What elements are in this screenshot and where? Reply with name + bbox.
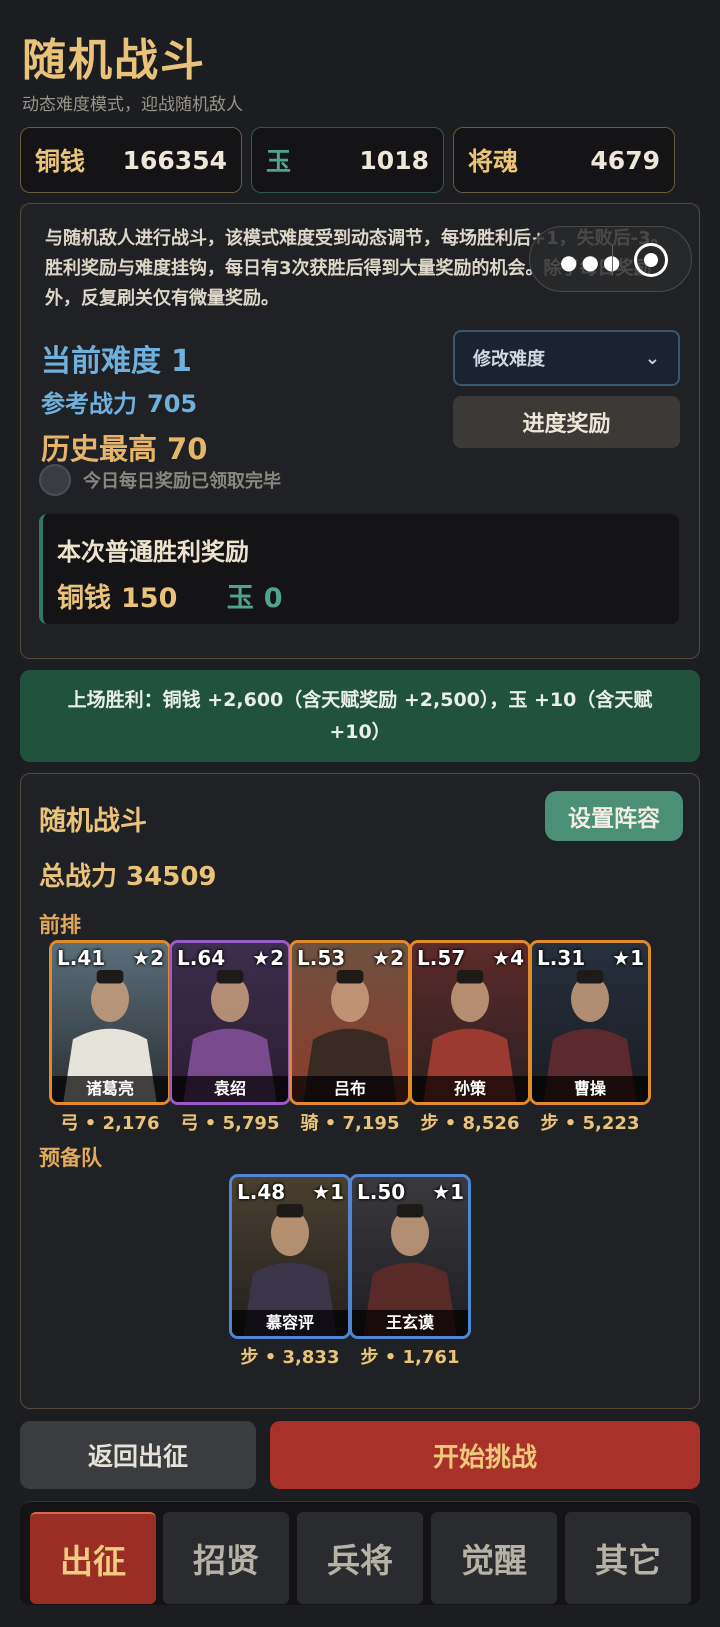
reference-power-value: 705 [147, 390, 198, 418]
victory-reward-box: 本次普通胜利奖励 铜钱 150 玉0 [39, 514, 679, 624]
general-name: 慕容评 [232, 1310, 348, 1336]
daily-reward-status: 今日每日奖励已领取完毕 [39, 464, 281, 496]
currency-label: 铜钱 [35, 147, 86, 176]
record-target-icon[interactable] [634, 243, 668, 277]
general-card[interactable]: L.31 ★1 曹操步 • 5,223 [529, 940, 651, 1135]
history-best-label: 历史最高 [41, 432, 158, 466]
general-level: L.53 [297, 946, 346, 970]
card-frame: L.53 ★2 吕布 [289, 940, 411, 1105]
reserve-label: 预备队 [39, 1146, 102, 1170]
currency-label: 玉 [266, 147, 292, 176]
victory-reward-values: 铜钱 150 玉0 [57, 576, 283, 615]
start-challenge-button[interactable]: 开始挑战 [270, 1421, 700, 1489]
battle-title: 随机战斗 [39, 806, 147, 837]
card-frame: L.31 ★1 曹操 [529, 940, 651, 1105]
currency-value: 166354 [122, 145, 227, 175]
jade-currency: 玉 1018 [251, 127, 444, 193]
general-card[interactable]: L.48 ★1 慕容评步 • 3,833 [229, 1174, 351, 1369]
card-frame: L.41 ★2 诸葛亮 [49, 940, 171, 1105]
general-name: 吕布 [292, 1076, 408, 1102]
general-name: 孙策 [412, 1076, 528, 1102]
card-frame: L.48 ★1 慕容评 [229, 1174, 351, 1339]
general-level: L.50 [357, 1180, 406, 1204]
capsule-menu[interactable]: ●●● [529, 226, 692, 292]
general-stars: ★1 [432, 1180, 464, 1204]
general-info: 步 • 8,526 [420, 1113, 520, 1134]
currency-label: 将魂 [468, 147, 519, 176]
front-row-label: 前排 [39, 913, 81, 937]
battle-panel: 随机战斗 设置阵容 总战力 34509 前排 L.41 ★2 诸葛亮弓 • 2,17… [20, 773, 700, 1409]
general-level: L.31 [537, 946, 586, 970]
nav-tab-recruit[interactable]: 招贤 [163, 1512, 289, 1604]
current-difficulty: 当前难度 1 [41, 336, 192, 380]
general-stars: ★1 [312, 1180, 344, 1204]
general-info: 弓 • 2,176 [60, 1113, 160, 1134]
soul-currency: 将魂 4679 [453, 127, 675, 193]
page-title: 随机战斗 [22, 35, 206, 86]
currency-value: 4679 [590, 145, 660, 175]
reference-power: 参考战力 705 [41, 384, 197, 419]
nav-tab-other[interactable]: 其它 [565, 1512, 691, 1604]
general-stars: ★2 [372, 946, 404, 970]
modify-difficulty-select[interactable]: 修改难度 ⌄ [453, 330, 680, 386]
general-name: 诸葛亮 [52, 1076, 168, 1102]
general-card[interactable]: L.64 ★2 袁绍弓 • 5,795 [169, 940, 291, 1135]
reward-copper-label: 铜钱 [57, 583, 111, 614]
card-frame: L.50 ★1 王玄谟 [349, 1174, 471, 1339]
reward-copper: 铜钱 150 [57, 583, 177, 614]
general-name: 曹操 [532, 1076, 648, 1102]
bottom-nav: 出征 招贤 兵将 觉醒 其它 [20, 1501, 700, 1605]
general-level: L.41 [57, 946, 106, 970]
currency-bar: 铜钱 166354 玉 1018 将魂 4679 [20, 127, 700, 193]
general-level: L.64 [177, 946, 226, 970]
general-info: 步 • 5,223 [540, 1113, 640, 1134]
reward-copper-value: 150 [121, 583, 178, 614]
general-name: 袁绍 [172, 1076, 288, 1102]
mode-info-panel: 与随机敌人进行战斗，该模式难度受到动态调节，每场胜利后+1，失败后-3。胜利奖励… [20, 203, 700, 659]
general-info: 步 • 3,833 [240, 1347, 340, 1368]
current-difficulty-label: 当前难度 [41, 344, 161, 379]
back-to-campaign-button[interactable]: 返回出征 [20, 1421, 256, 1489]
general-stars: ★2 [132, 946, 164, 970]
general-card[interactable]: L.53 ★2 吕布骑 • 7,195 [289, 940, 411, 1135]
more-dots-icon[interactable]: ●●● [560, 250, 624, 274]
currency-value: 1018 [359, 145, 429, 175]
general-info: 步 • 1,761 [360, 1347, 460, 1368]
nav-tab-campaign[interactable]: 出征 [30, 1512, 156, 1604]
history-best: 历史最高 70 [41, 426, 207, 468]
nav-tab-generals[interactable]: 兵将 [297, 1512, 423, 1604]
copper-currency: 铜钱 166354 [20, 127, 242, 193]
reward-jade: 玉0 [227, 583, 283, 614]
history-best-value: 70 [167, 432, 208, 466]
reward-jade-label: 玉 [226, 583, 254, 614]
set-lineup-button[interactable]: 设置阵容 [545, 791, 683, 841]
capsule-divider [612, 245, 613, 275]
current-difficulty-value: 1 [171, 344, 192, 379]
general-stars: ★4 [492, 946, 524, 970]
victory-reward-title: 本次普通胜利奖励 [57, 538, 249, 566]
progress-reward-button[interactable]: 进度奖励 [453, 396, 680, 448]
reference-power-label: 参考战力 [41, 390, 137, 418]
general-card[interactable]: L.57 ★4 孙策步 • 8,526 [409, 940, 531, 1135]
chevron-down-icon: ⌄ [644, 347, 660, 369]
page-subtitle: 动态难度模式，迎战随机敌人 [22, 95, 243, 115]
general-info: 弓 • 5,795 [180, 1113, 280, 1134]
general-card[interactable]: L.41 ★2 诸葛亮弓 • 2,176 [49, 940, 171, 1135]
daily-reward-label: 今日每日奖励已领取完毕 [83, 471, 281, 492]
general-name: 王玄谟 [352, 1310, 468, 1336]
general-info: 骑 • 7,195 [300, 1113, 400, 1134]
daily-reward-checkbox[interactable] [39, 464, 71, 496]
reward-jade-value: 0 [263, 583, 283, 614]
general-stars: ★2 [252, 946, 284, 970]
modify-difficulty-label: 修改难度 [473, 349, 545, 370]
general-level: L.48 [237, 1180, 286, 1204]
last-win-banner: 上场胜利：铜钱 +2,600（含天赋奖励 +2,500），玉 +10（含天赋+1… [20, 670, 700, 762]
total-power: 总战力 34509 [39, 862, 217, 892]
general-card[interactable]: L.50 ★1 王玄谟步 • 1,761 [349, 1174, 471, 1369]
card-frame: L.64 ★2 袁绍 [169, 940, 291, 1105]
general-stars: ★1 [612, 946, 644, 970]
general-level: L.57 [417, 946, 466, 970]
nav-tab-awaken[interactable]: 觉醒 [431, 1512, 557, 1604]
card-frame: L.57 ★4 孙策 [409, 940, 531, 1105]
